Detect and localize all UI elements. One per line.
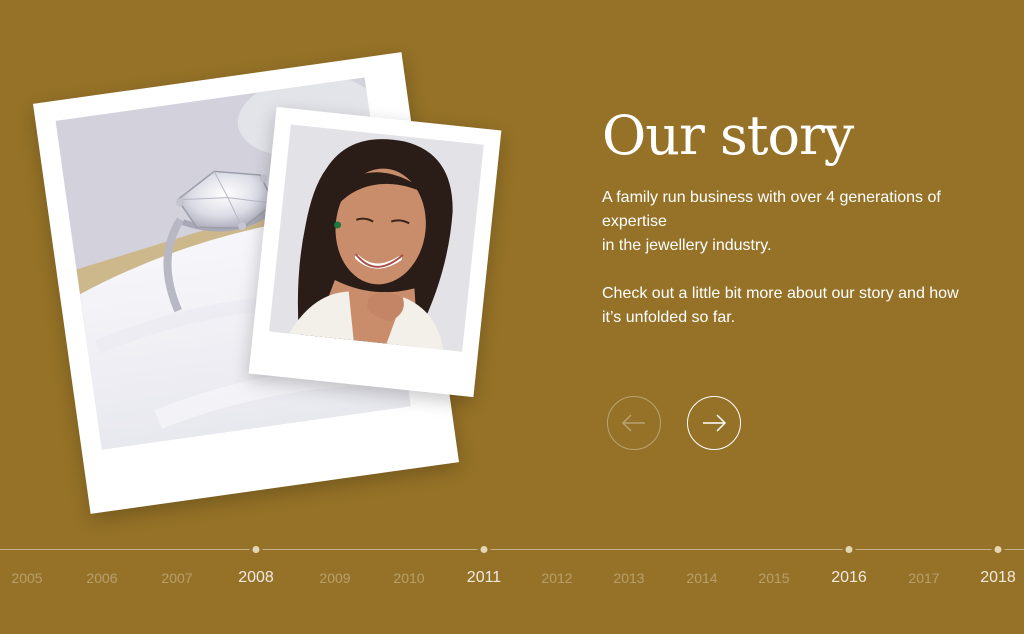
timeline-year-2010[interactable]: 2010 — [393, 568, 424, 588]
timeline-year-2009[interactable]: 2009 — [319, 568, 350, 588]
arrow-right-icon — [703, 414, 727, 432]
intro-line-1: A family run business with over 4 genera… — [602, 189, 941, 230]
timeline-year-2013[interactable]: 2013 — [613, 568, 644, 588]
timeline-year-2005[interactable]: 2005 — [11, 568, 42, 588]
timeline-year-2014[interactable]: 2014 — [686, 568, 717, 588]
timeline-year-2016[interactable]: 2016 — [831, 568, 867, 588]
woman-portrait-illustration — [269, 124, 484, 352]
timeline-dot-2011 — [480, 546, 488, 553]
timeline-year-2007[interactable]: 2007 — [161, 568, 192, 588]
timeline-dot-2016 — [845, 546, 853, 553]
timeline-line — [0, 549, 1024, 550]
timeline-year-2012[interactable]: 2012 — [541, 568, 572, 588]
arrow-left-icon — [621, 414, 645, 432]
timeline-year-2008[interactable]: 2008 — [238, 568, 274, 588]
secondary-paragraph: Check out a little bit more about our st… — [602, 285, 959, 326]
timeline-dot-2018 — [994, 546, 1002, 553]
timeline-year-2006[interactable]: 2006 — [86, 568, 117, 588]
timeline-year-2011[interactable]: 2011 — [467, 568, 501, 588]
timeline-year-2018[interactable]: 2018 — [980, 568, 1016, 588]
intro-line-2: in the jewellery industry. — [602, 237, 772, 254]
next-button[interactable] — [687, 396, 741, 450]
timeline-year-2017[interactable]: 2017 — [908, 568, 939, 588]
intro-paragraph: A family run business with over 4 genera… — [602, 186, 974, 258]
portrait-photo — [269, 124, 484, 352]
timeline-dot-2008 — [252, 546, 260, 553]
story-content: Our story A family run business with ove… — [602, 104, 994, 330]
page-title: Our story — [602, 104, 854, 167]
previous-button[interactable] — [607, 396, 661, 450]
portrait-polaroid — [248, 106, 502, 398]
timeline-year-2015[interactable]: 2015 — [758, 568, 789, 588]
our-story-section: Our story A family run business with ove… — [0, 0, 1024, 634]
